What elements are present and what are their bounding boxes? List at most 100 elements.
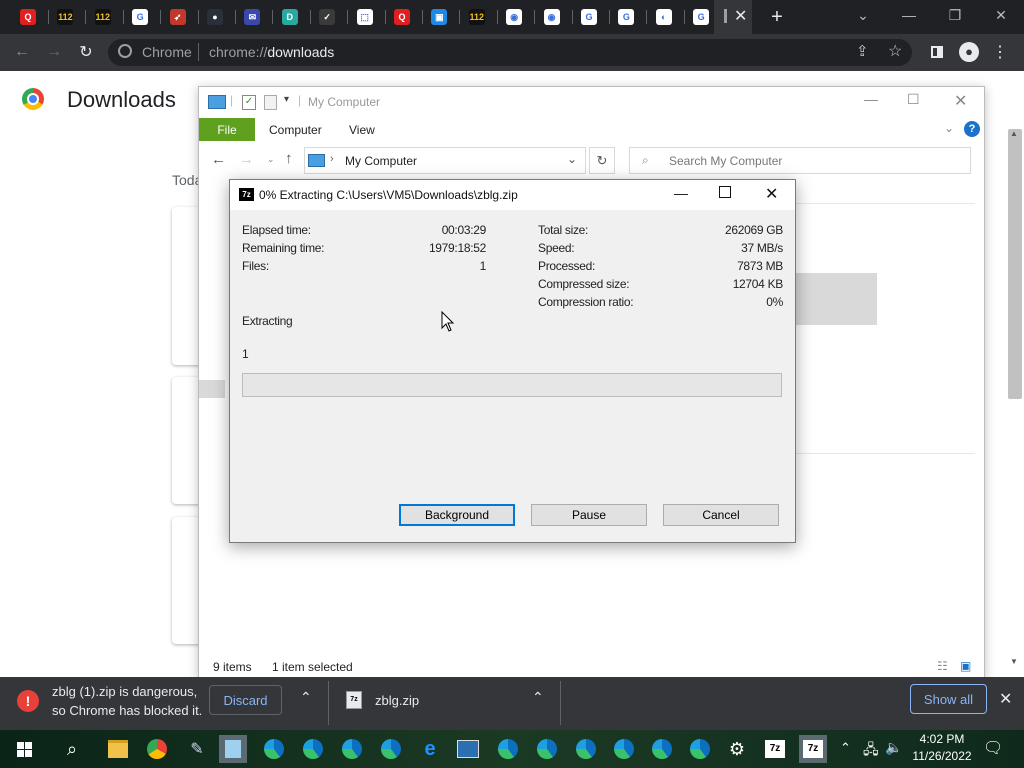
- background-button[interactable]: Background: [399, 504, 515, 526]
- chrome-menu-icon[interactable]: ⋮: [988, 40, 1012, 64]
- bookmark-star-icon[interactable]: ☆: [888, 41, 902, 61]
- share-icon[interactable]: ⇪: [856, 42, 869, 60]
- recent-dropdown-icon[interactable]: ⌄: [267, 154, 275, 165]
- properties-icon[interactable]: ✓: [242, 95, 256, 110]
- clock-time[interactable]: 4:02 PM: [911, 732, 973, 746]
- forward-icon[interactable]: →: [42, 40, 66, 64]
- close-shelf-icon[interactable]: ✕: [999, 689, 1012, 709]
- tab[interactable]: D: [279, 6, 301, 28]
- explorer-close-icon[interactable]: ✕: [954, 91, 967, 111]
- minimize-icon[interactable]: —: [886, 0, 932, 30]
- 7zip-taskbar-icon[interactable]: 7z: [761, 735, 789, 763]
- nav-back-icon[interactable]: ←: [211, 151, 226, 168]
- dialog-minimize-icon[interactable]: —: [674, 185, 688, 201]
- tab[interactable]: ◉: [503, 6, 525, 28]
- tab[interactable]: 112: [466, 6, 488, 28]
- start-windows-icon[interactable]: [10, 735, 38, 763]
- tab[interactable]: G: [129, 6, 151, 28]
- active-tab[interactable]: ✕: [714, 0, 752, 34]
- back-icon[interactable]: ←: [10, 40, 34, 64]
- app-taskbar-icon[interactable]: [219, 735, 247, 763]
- download-options-chevron-icon[interactable]: ⌃: [300, 689, 312, 706]
- new-tab-icon[interactable]: +: [765, 5, 789, 29]
- clock-date[interactable]: 11/26/2022: [906, 749, 978, 763]
- notifications-icon[interactable]: 🗨: [983, 738, 1003, 758]
- edge-taskbar-icon[interactable]: [377, 735, 405, 763]
- edge-taskbar-icon[interactable]: [338, 735, 366, 763]
- edge-taskbar-icon[interactable]: [494, 735, 522, 763]
- edge-taskbar-icon[interactable]: [610, 735, 638, 763]
- tab[interactable]: Q: [17, 6, 39, 28]
- item-options-chevron-icon[interactable]: ⌃: [532, 689, 544, 706]
- ribbon-tab-view[interactable]: View: [349, 123, 375, 137]
- details-view-icon[interactable]: ☷: [937, 659, 948, 673]
- edge-taskbar-icon[interactable]: [686, 735, 714, 763]
- show-all-button[interactable]: Show all: [910, 684, 987, 714]
- edge-taskbar-icon[interactable]: [260, 735, 288, 763]
- tab[interactable]: ✓: [316, 6, 338, 28]
- dialog-maximize-icon[interactable]: [719, 186, 731, 198]
- file-explorer-taskbar-icon[interactable]: [104, 735, 132, 763]
- search-box[interactable]: ⌕ Search My Computer: [629, 147, 971, 174]
- nav-forward-icon[interactable]: →: [239, 151, 254, 168]
- address-bar[interactable]: › My Computer ⌄: [304, 147, 586, 174]
- help-icon[interactable]: ?: [964, 121, 980, 137]
- scroll-down-icon[interactable]: ▼: [1010, 657, 1018, 666]
- tab[interactable]: G: [578, 6, 600, 28]
- tab[interactable]: ●: [204, 6, 226, 28]
- dialog-close-icon[interactable]: ✕: [765, 184, 778, 204]
- profile-icon[interactable]: ●: [957, 40, 981, 64]
- tab[interactable]: 112: [54, 6, 76, 28]
- volume-icon[interactable]: 🔈: [885, 739, 902, 756]
- tab[interactable]: ◉: [541, 6, 563, 28]
- tab[interactable]: G: [615, 6, 637, 28]
- chrome-taskbar-icon[interactable]: [143, 735, 171, 763]
- explorer-minimize-icon[interactable]: —: [864, 91, 878, 107]
- restore-icon[interactable]: ❐: [932, 0, 978, 30]
- close-tab-icon[interactable]: ✕: [734, 6, 747, 26]
- edge-taskbar-icon[interactable]: [299, 735, 327, 763]
- discard-button[interactable]: Discard: [209, 685, 282, 715]
- settings-gear-icon[interactable]: ⚙: [723, 735, 751, 763]
- network-icon[interactable]: 🖧: [863, 739, 879, 763]
- large-icons-view-icon[interactable]: ▣: [960, 659, 971, 673]
- cancel-button[interactable]: Cancel: [663, 504, 779, 526]
- refresh-icon[interactable]: ↻: [589, 147, 615, 174]
- terminal-taskbar-icon[interactable]: [454, 735, 482, 763]
- qat-dropdown-icon[interactable]: ▾: [284, 94, 289, 105]
- explorer-maximize-icon[interactable]: ☐: [907, 91, 920, 108]
- tab[interactable]: 112: [92, 6, 114, 28]
- tab[interactable]: ▣: [428, 6, 450, 28]
- download-item-name[interactable]: zblg.zip: [375, 693, 419, 708]
- address-dropdown-icon[interactable]: ⌄: [567, 152, 577, 166]
- tab-search-icon[interactable]: ⌄: [840, 0, 886, 30]
- nav-up-icon[interactable]: ↑: [285, 150, 293, 167]
- tab[interactable]: ⬚: [354, 6, 376, 28]
- ribbon-tab-computer[interactable]: Computer: [269, 123, 322, 137]
- ie-taskbar-icon[interactable]: e: [416, 735, 444, 763]
- new-folder-icon[interactable]: [264, 95, 277, 110]
- selected-item-highlight[interactable]: [793, 273, 877, 325]
- reload-icon[interactable]: ↻: [74, 40, 98, 64]
- ribbon-expand-icon[interactable]: ⌄: [944, 121, 954, 135]
- omnibox[interactable]: Chrome chrome://downloads ⇪ ☆: [108, 39, 912, 66]
- 7zip-active-taskbar-icon[interactable]: 7z: [799, 735, 827, 763]
- tray-chevron-icon[interactable]: ⌃: [840, 740, 851, 756]
- page-scrollbar-thumb[interactable]: [1008, 129, 1022, 399]
- tab[interactable]: ◐: [653, 6, 675, 28]
- scroll-up-icon[interactable]: ▲: [1010, 129, 1018, 138]
- paint-taskbar-icon[interactable]: ✎: [183, 735, 211, 763]
- edge-taskbar-icon[interactable]: [572, 735, 600, 763]
- side-panel-icon[interactable]: [925, 40, 949, 64]
- search-taskbar-icon[interactable]: ⌕: [58, 735, 86, 763]
- edge-taskbar-icon[interactable]: [533, 735, 561, 763]
- nav-pane-selected[interactable]: [199, 380, 225, 398]
- tab[interactable]: G: [690, 6, 712, 28]
- tab[interactable]: ➶: [167, 6, 189, 28]
- ribbon-tab-file[interactable]: File: [199, 118, 255, 141]
- pause-button[interactable]: Pause: [531, 504, 647, 526]
- edge-taskbar-icon[interactable]: [648, 735, 676, 763]
- tab[interactable]: Q: [391, 6, 413, 28]
- tab[interactable]: ✉: [241, 6, 263, 28]
- close-window-icon[interactable]: ✕: [978, 0, 1024, 30]
